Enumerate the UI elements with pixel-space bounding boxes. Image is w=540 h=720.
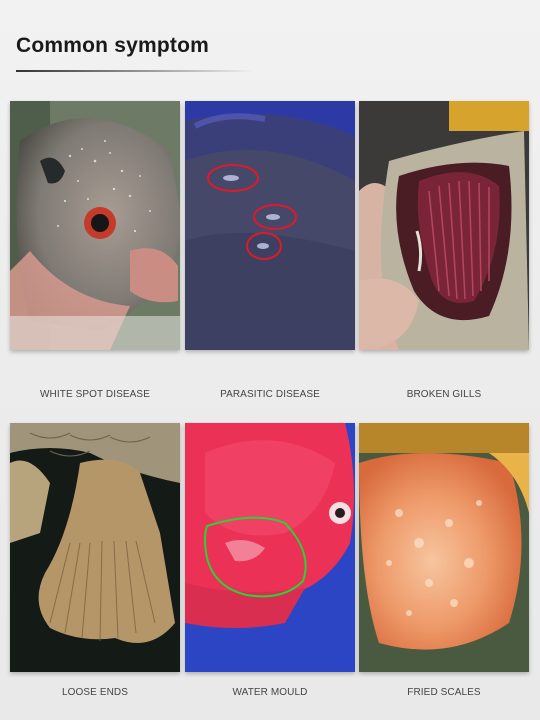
caption-loose-ends: LOOSE ENDS xyxy=(61,687,129,698)
caption-white-spot: WHITE SPOT DISEASE xyxy=(40,389,150,400)
symptom-image-water-mould xyxy=(185,423,355,672)
symptom-image-loose-ends xyxy=(10,423,180,672)
symptom-image-white-spot xyxy=(10,101,180,350)
symptom-image-fried-scales xyxy=(359,423,529,672)
caption-parasitic: PARASITIC DISEASE xyxy=(220,389,320,400)
title-underline xyxy=(16,70,254,72)
symptom-image-parasitic xyxy=(185,101,355,350)
caption-broken-gills: BROKEN GILLS xyxy=(406,389,482,400)
page-title: Common symptom xyxy=(16,34,209,57)
caption-fried-scales: FRIED SCALES xyxy=(407,687,481,698)
caption-water-mould: WATER MOULD xyxy=(232,687,308,698)
symptom-image-broken-gills xyxy=(359,101,529,350)
